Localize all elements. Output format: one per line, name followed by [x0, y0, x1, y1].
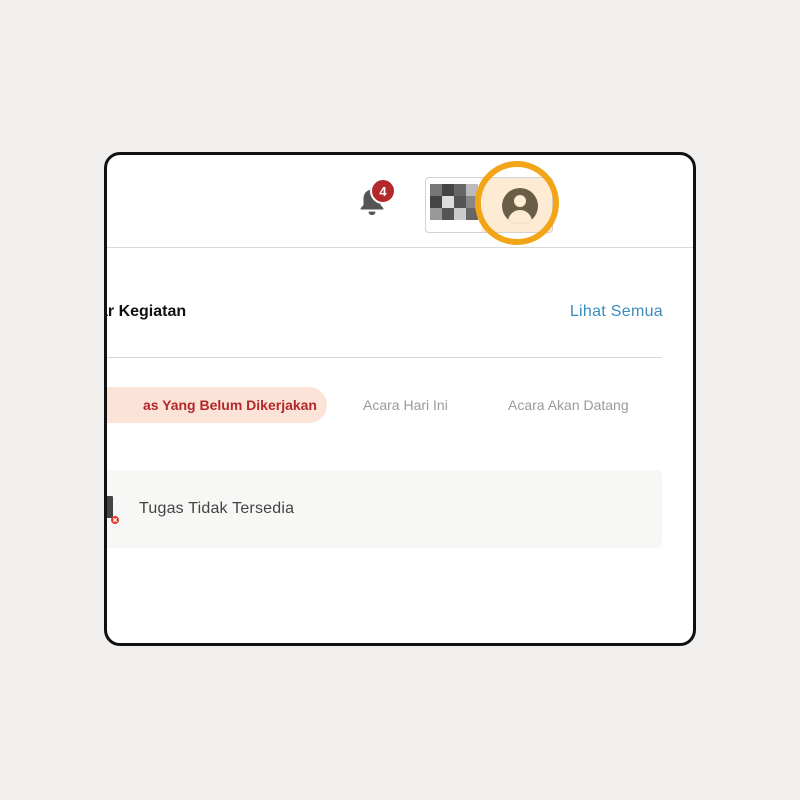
- section-divider: [107, 357, 662, 358]
- tab-upcoming-events[interactable]: Acara Akan Datang: [508, 397, 629, 413]
- task-unavailable-icon: [107, 496, 119, 524]
- avatar-button[interactable]: [482, 178, 552, 232]
- tab-today-events[interactable]: Acara Hari Ini: [363, 397, 448, 413]
- top-header: 4: [107, 155, 693, 248]
- empty-state-message: Tugas Tidak Tersedia: [139, 500, 295, 517]
- notification-count-badge: 4: [370, 178, 396, 204]
- section-title: ar Kegiatan: [104, 303, 187, 320]
- account-logo: [430, 184, 478, 220]
- see-all-link[interactable]: Lihat Semua: [570, 303, 663, 321]
- empty-state-card: Tugas Tidak Tersedia: [107, 470, 662, 548]
- profile-menu[interactable]: [425, 177, 553, 233]
- app-window: 4 ar Kegiatan Lihat Semua as Yang Belum …: [104, 152, 696, 646]
- user-avatar-icon: [502, 188, 538, 224]
- tab-pending-tasks[interactable]: as Yang Belum Dikerjakan: [107, 387, 327, 423]
